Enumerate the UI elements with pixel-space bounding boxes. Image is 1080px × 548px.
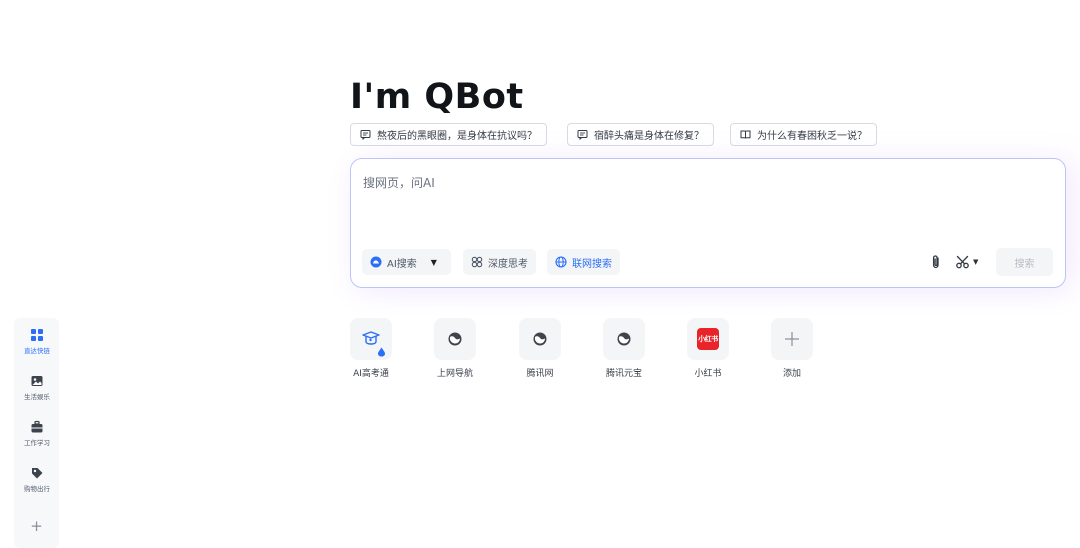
suggestion-label: 宿醉头痛是身体在修复？ [594, 131, 704, 142]
quick-link-label: 腾讯元宝 [605, 369, 642, 379]
app-root: 直达快链 生活娱乐 工作学习 购物出行 + I'm QBot 熬夜后的黑眼圈，是… [0, 0, 1080, 548]
sidebar-item-label: 工作学习 [23, 439, 50, 447]
ai-search-mode-label: AI搜索 [387, 258, 417, 270]
globe-icon [533, 332, 547, 346]
search-submit-button[interactable]: 搜索 [996, 248, 1053, 276]
globe-icon [555, 256, 567, 268]
sidebar-item-shopping-travel[interactable]: 购物出行 [14, 464, 59, 504]
deep-think-button[interactable]: 深度思考 [463, 249, 536, 275]
ai-search-mode-select[interactable]: AI搜索 ▼ [362, 249, 451, 275]
attach-button[interactable] [929, 253, 943, 271]
sidebar-item-work-study[interactable]: 工作学习 [14, 418, 59, 458]
deep-think-icon [471, 256, 483, 268]
graduation-cap-icon [362, 331, 380, 345]
caret-down-icon: ▼ [430, 257, 437, 267]
left-sidebar: 直达快链 生活娱乐 工作学习 购物出行 + [14, 318, 59, 548]
quick-link-label: 上网导航 [436, 369, 473, 379]
globe-icon [617, 332, 631, 346]
water-drop-icon [378, 347, 385, 357]
sidebar-item-label: 生活娱乐 [23, 393, 50, 401]
chat-bubble-icon [577, 130, 588, 140]
web-search-label: 联网搜索 [572, 258, 612, 270]
quick-link-tencent-yuanbao[interactable]: 腾讯元宝 [594, 318, 654, 382]
briefcase-icon [31, 420, 42, 433]
quick-link-label: AI高考通 [353, 369, 389, 379]
sidebar-item-label: 直达快链 [23, 347, 50, 355]
book-icon [740, 130, 751, 139]
sidebar-add-button[interactable]: + [14, 516, 59, 536]
ai-search-icon [370, 256, 382, 268]
deep-think-label: 深度思考 [488, 258, 528, 270]
quick-link-add[interactable]: 添加 [762, 318, 822, 382]
quick-link-label: 添加 [782, 369, 801, 379]
grid-icon [30, 329, 43, 341]
quick-link-tile: 小红书 [687, 318, 729, 360]
quick-link-label: 小红书 [694, 369, 722, 379]
suggestion-chip-spring-fatigue[interactable]: 为什么有春困秋乏一说？ [730, 123, 877, 146]
image-icon [31, 376, 42, 386]
screenshot-tool-button[interactable]: ▼ [955, 253, 978, 271]
scissors-icon [956, 255, 969, 269]
quick-link-tile [519, 318, 561, 360]
suggestion-chip-dark-circles[interactable]: 熬夜后的黑眼圈，是身体在抗议吗？ [350, 123, 547, 146]
suggestion-chip-hangover[interactable]: 宿醉头痛是身体在修复？ [567, 123, 714, 146]
page-title: I'm QBot [350, 77, 524, 117]
tag-icon [31, 468, 42, 479]
quick-link-tile [603, 318, 645, 360]
suggestion-label: 为什么有春困秋乏一说？ [757, 131, 867, 142]
xiaohongshu-logo: 小红书 [697, 328, 719, 350]
sidebar-item-lifestyle[interactable]: 生活娱乐 [14, 372, 59, 412]
search-box: AI搜索 ▼ 深度思考 联网搜索 [350, 158, 1066, 288]
sidebar-item-label: 购物出行 [23, 485, 50, 493]
quick-link-tile [434, 318, 476, 360]
quick-link-web-nav[interactable]: 上网导航 [425, 318, 485, 382]
globe-icon [448, 332, 462, 346]
quick-link-tile [350, 318, 392, 360]
caret-down-icon: ▼ [973, 258, 979, 266]
quick-link-label: 腾讯网 [526, 369, 554, 379]
quick-link-tile [771, 318, 813, 360]
sidebar-item-shortcuts[interactable]: 直达快链 [14, 326, 59, 366]
search-input[interactable] [363, 173, 963, 193]
suggestion-label: 熬夜后的黑眼圈，是身体在抗议吗？ [377, 131, 537, 142]
quick-link-xiaohongshu[interactable]: 小红书 小红书 [678, 318, 738, 382]
paperclip-icon [932, 255, 939, 269]
chat-bubble-icon [360, 130, 371, 140]
plus-icon [785, 332, 799, 346]
web-search-toggle[interactable]: 联网搜索 [547, 249, 620, 275]
quick-link-ai-gaokao[interactable]: AI高考通 [341, 318, 401, 382]
quick-link-tencent-news[interactable]: 腾讯网 [510, 318, 570, 382]
